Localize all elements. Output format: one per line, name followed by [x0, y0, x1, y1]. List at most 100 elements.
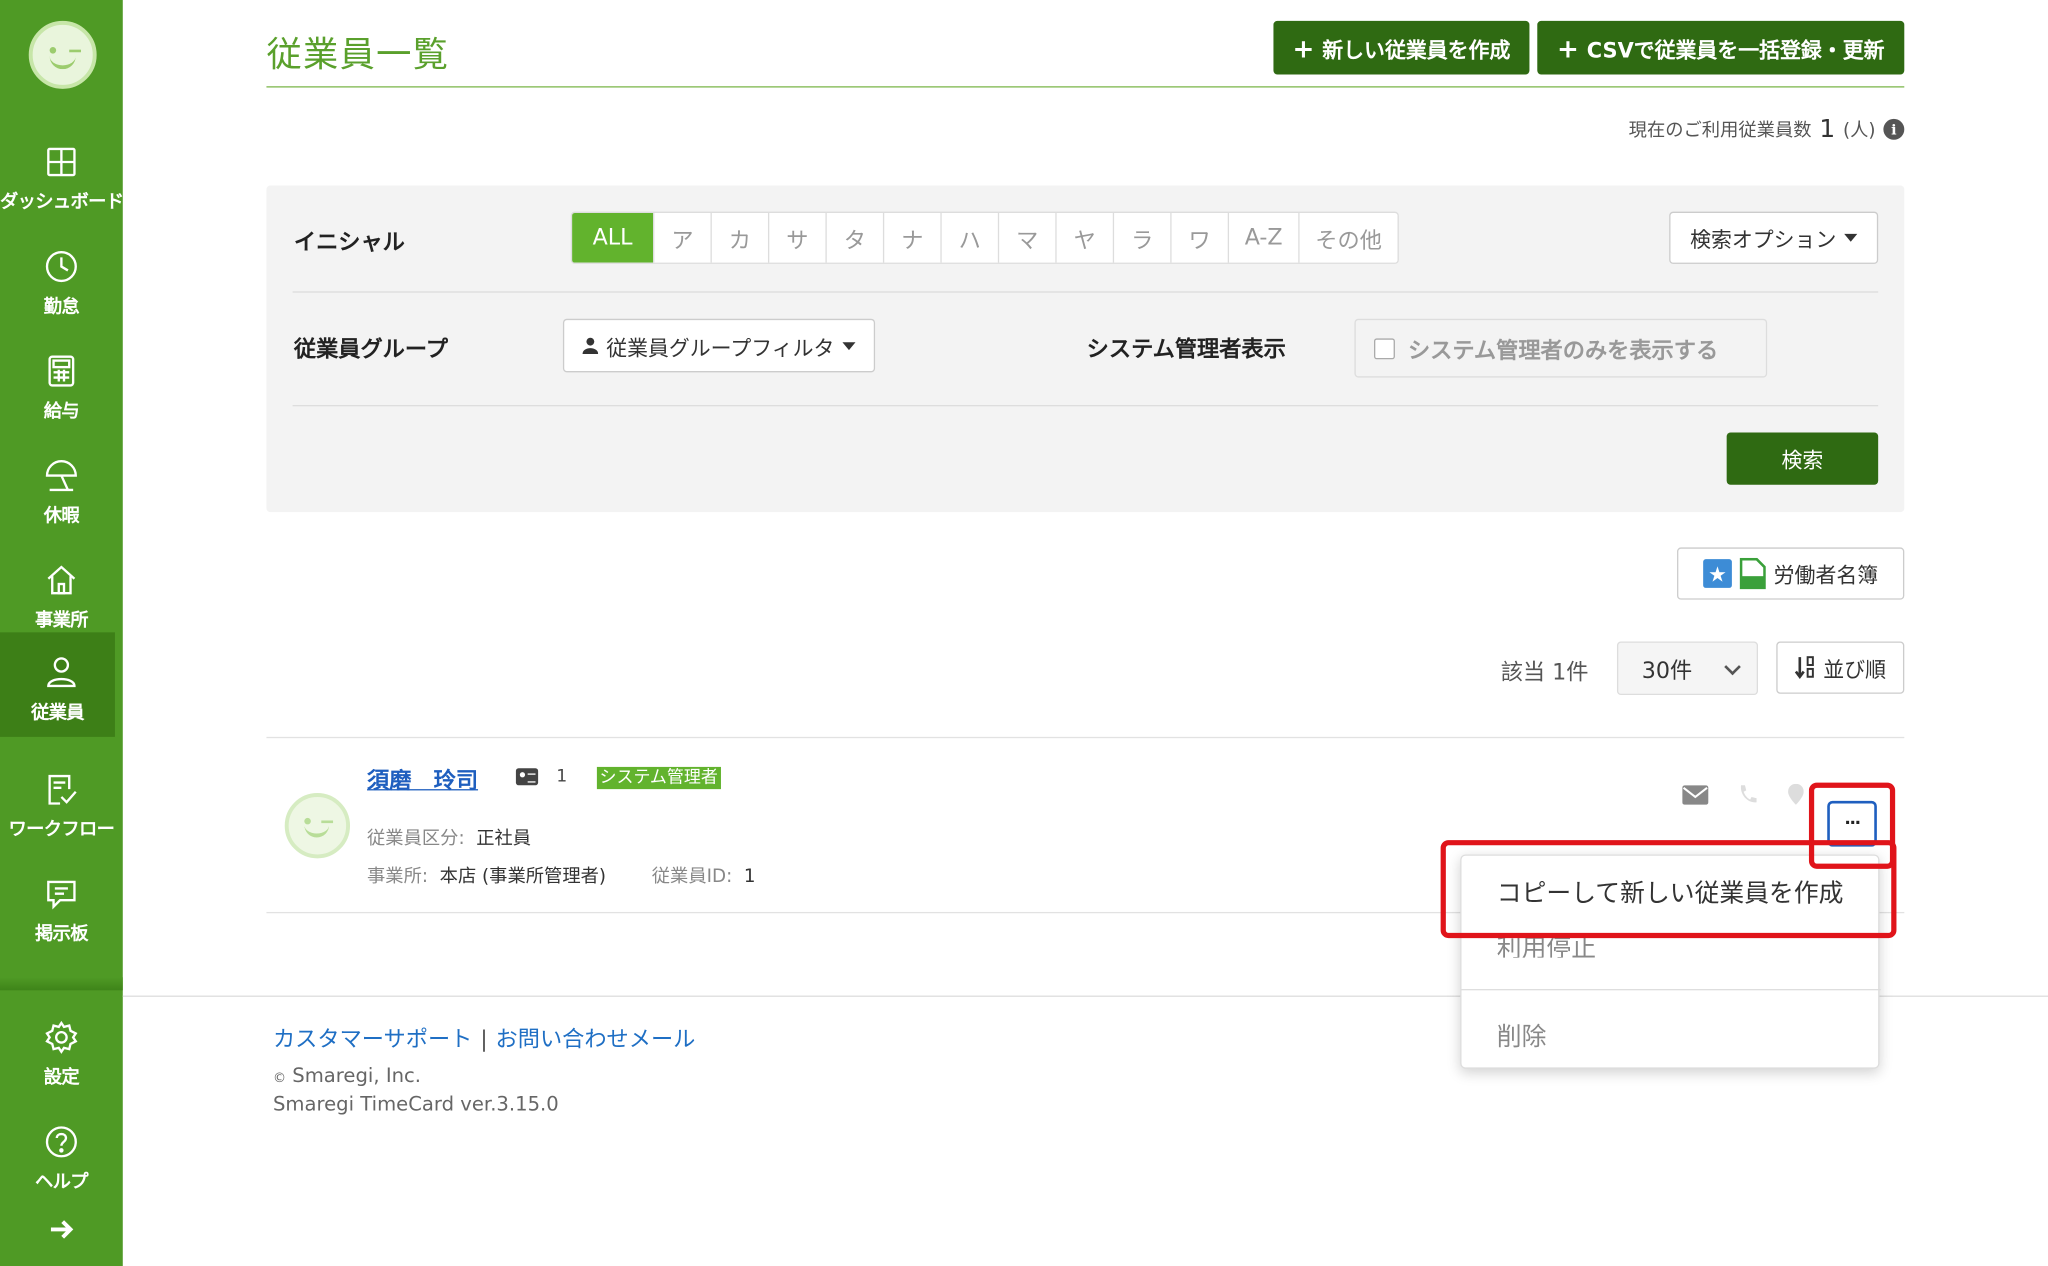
initial-option[interactable]: サ: [767, 212, 825, 263]
admin-only-checkbox[interactable]: [1374, 337, 1395, 359]
employee-name-link[interactable]: 須磨 玲司: [367, 762, 478, 794]
sidebar-item-settings[interactable]: 設定: [0, 1001, 123, 1103]
sidebar-item-employees[interactable]: 従業員: [0, 632, 115, 737]
sidebar-label: 掲示板: [34, 923, 89, 945]
filter-divider: [292, 405, 1879, 407]
expand-sidebar-arrow-icon[interactable]: [44, 1212, 78, 1246]
sidebar-label: 給与: [43, 401, 80, 422]
new-employee-button-label: 新しい従業員を作成: [1322, 37, 1511, 63]
message-icon: [47, 880, 76, 910]
plus-icon: +: [1292, 32, 1315, 64]
admin-only-toggle[interactable]: システム管理者のみを表示する: [1354, 318, 1768, 378]
app-root: ダッシュボード 勤怠 給与 休暇 事業所 従業員 ワークフロー 掲示板 設定 ヘ…: [0, 0, 2048, 1266]
initial-option[interactable]: ラ: [1112, 212, 1170, 263]
avatar: [284, 793, 351, 859]
filter-divider: [292, 291, 1879, 293]
sidebar-item-help[interactable]: ヘルプ: [0, 1105, 123, 1207]
sidebar-label: 勤怠: [43, 296, 80, 318]
admin-badge: システム管理者: [596, 766, 721, 790]
sidebar-label: ダッシュボード: [0, 192, 124, 213]
contact-mail-link[interactable]: お問い合わせメール: [496, 1027, 696, 1053]
initial-option[interactable]: A-Z: [1227, 212, 1299, 263]
sidebar-item-attendance[interactable]: 勤怠: [0, 230, 123, 332]
sidebar-label: 休暇: [43, 505, 80, 527]
csv-import-button-label: CSVで従業員を一括登録・更新: [1586, 37, 1885, 63]
labor-roster-label: 労働者名簿: [1773, 563, 1879, 588]
app-logo[interactable]: [28, 20, 97, 89]
sidebar-item-board[interactable]: 掲示板: [0, 857, 123, 959]
calculator-icon: [48, 355, 75, 387]
sidebar-label: ワークフロー: [8, 819, 115, 841]
gear-icon: [45, 1020, 78, 1054]
plus-icon: +: [1557, 32, 1579, 64]
initial-option[interactable]: その他: [1298, 212, 1397, 263]
sidebar-label: 従業員: [31, 702, 85, 724]
caret-down-icon: [842, 341, 856, 350]
help-icon: [45, 1126, 77, 1158]
csv-file-icon: [1739, 557, 1766, 590]
delete-menu-item[interactable]: 削除: [1462, 1018, 1881, 1053]
menu-divider: [1461, 989, 1881, 991]
employee-id-value: 1: [743, 866, 756, 888]
customer-support-link[interactable]: カスタマーサポート: [273, 1027, 472, 1053]
sidebar-label: 設定: [43, 1067, 80, 1089]
employee-office: 事業所: 本店 (事業所管理者): [367, 862, 606, 888]
employee-type-label: 従業員区分:: [367, 828, 465, 850]
dashboard-icon: [47, 147, 76, 177]
id-card-icon: [515, 768, 539, 786]
employee-number: 1: [556, 766, 568, 787]
footer-links: カスタマーサポート | お問い合わせメール: [273, 1020, 695, 1053]
initial-option[interactable]: ヤ: [1055, 212, 1112, 263]
usage-unit: (人): [1842, 120, 1876, 142]
search-button[interactable]: 検索: [1726, 432, 1879, 485]
initial-option[interactable]: カ: [710, 212, 768, 263]
csv-import-button[interactable]: + CSVで従業員を一括登録・更新: [1537, 20, 1905, 75]
usage-number: 1: [1819, 114, 1836, 144]
initial-option[interactable]: ハ: [940, 212, 997, 263]
sidebar-item-payroll[interactable]: 給与: [0, 334, 123, 436]
copyright-symbol: ©: [272, 1071, 287, 1086]
per-page-select[interactable]: 30件: [1616, 641, 1759, 696]
home-icon: [47, 565, 76, 595]
group-label: 従業員グループ: [293, 337, 448, 364]
employee-type-value: 正社員: [476, 828, 532, 850]
group-filter-button[interactable]: 従業員グループフィルタ: [562, 318, 876, 373]
filter-panel: イニシャル ALL ア カ サ タ ナ ハ マ ヤ ラ ワ A-Z その他 検索…: [266, 185, 1905, 513]
employee-office-label: 事業所:: [367, 866, 429, 888]
labor-roster-button[interactable]: ★ 労働者名簿: [1677, 547, 1905, 600]
group-filter-label: 従業員グループフィルタ: [606, 335, 835, 360]
per-page-value: 30件: [1641, 658, 1693, 685]
initial-option[interactable]: タ: [825, 212, 882, 263]
sidebar-item-leave[interactable]: 休暇: [0, 439, 123, 541]
sort-label: 並び順: [1823, 657, 1887, 682]
search-options-label: 検索オプション: [1690, 227, 1837, 253]
company-name: Smaregi, Inc.: [292, 1063, 422, 1088]
clock-icon: [45, 250, 77, 283]
initial-option[interactable]: マ: [997, 212, 1055, 263]
location-pin-icon[interactable]: [1788, 783, 1804, 805]
umbrella-icon: [45, 460, 77, 492]
sidebar-item-dashboard[interactable]: ダッシュボード: [0, 125, 124, 227]
employee-id: 従業員ID: 1: [652, 862, 756, 888]
initial-option[interactable]: ALL: [572, 212, 654, 263]
sidebar-label: ヘルプ: [34, 1171, 89, 1193]
phone-icon[interactable]: [1738, 784, 1757, 805]
search-options-button[interactable]: 検索オプション: [1669, 211, 1879, 264]
sidebar-item-workflow[interactable]: ワークフロー: [0, 753, 123, 855]
initial-option[interactable]: ナ: [882, 212, 940, 263]
sort-button[interactable]: 並び順: [1776, 641, 1905, 694]
header-divider: [266, 86, 1905, 88]
sidebar-item-office[interactable]: 事業所: [0, 544, 123, 646]
user-icon: [47, 657, 76, 688]
initial-option[interactable]: ワ: [1170, 212, 1227, 263]
admin-display-label: システム管理者表示: [1086, 337, 1286, 364]
footer-separator: |: [480, 1026, 488, 1054]
employee-id-label: 従業員ID:: [651, 866, 733, 888]
employee-office-value: 本店 (事業所管理者): [439, 866, 607, 888]
mail-icon[interactable]: [1682, 785, 1709, 805]
sidebar: ダッシュボード 勤怠 給与 休暇 事業所 従業員 ワークフロー 掲示板 設定 ヘ…: [0, 0, 124, 1266]
usage-label: 現在のご利用従業員数: [1628, 120, 1812, 142]
new-employee-button[interactable]: + 新しい従業員を作成: [1273, 20, 1530, 75]
info-icon[interactable]: i: [1883, 118, 1905, 140]
initial-option[interactable]: ア: [653, 212, 710, 263]
